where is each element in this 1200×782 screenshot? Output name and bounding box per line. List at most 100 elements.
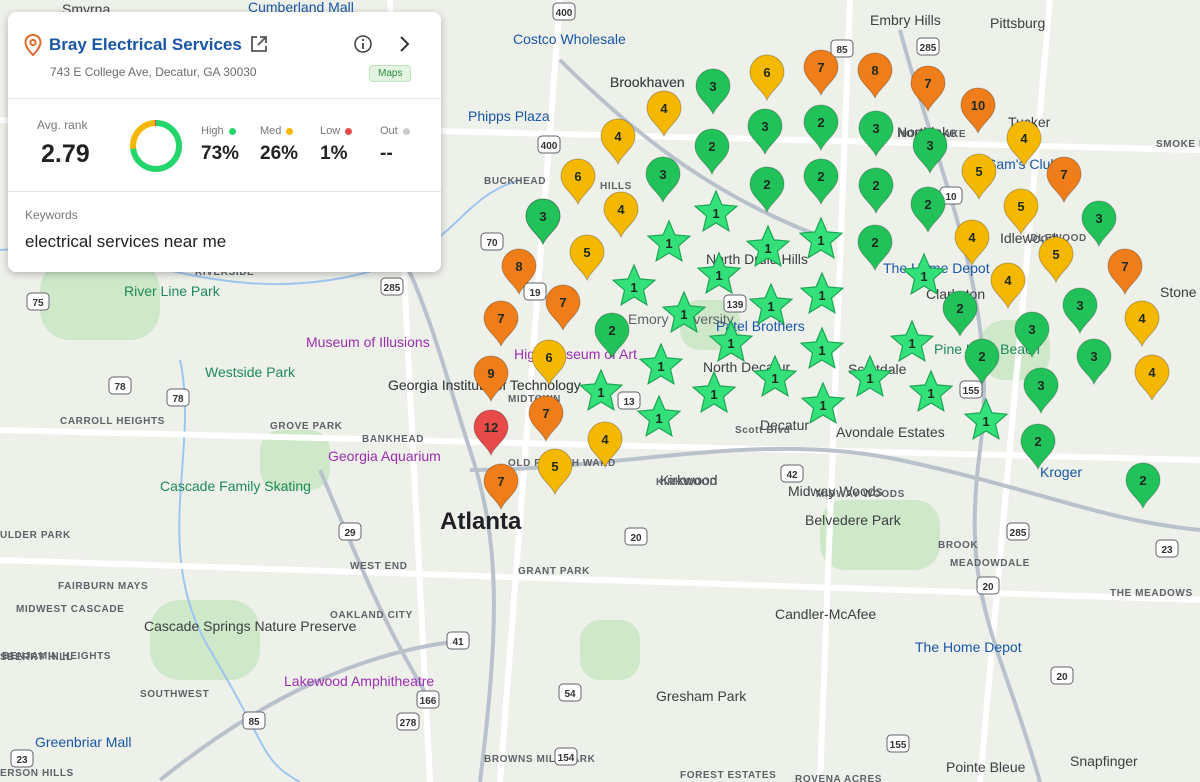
rank-number: 7	[559, 295, 566, 310]
stat-high: High 73%	[201, 125, 239, 165]
stat-low-label: Low	[320, 125, 341, 137]
rank-number: 5	[975, 164, 982, 179]
info-icon[interactable]	[353, 34, 373, 54]
rank-number: 1	[764, 241, 771, 256]
chevron-right-icon[interactable]	[394, 33, 414, 55]
rank-number: 1	[818, 288, 825, 303]
rank-number: 6	[545, 350, 552, 365]
rank-stats: Avg. rank 2.79 High 73% Med 26% Low 1% O…	[8, 99, 441, 192]
neighborhood-label: Gresham Park	[656, 688, 747, 704]
road-shield-number: 13	[623, 397, 635, 408]
rank-number: 4	[601, 432, 609, 447]
road-shield-number: 285	[1010, 528, 1027, 539]
rank-number: 9	[487, 366, 494, 381]
stat-med-label: Med	[260, 125, 282, 137]
neighborhood-label: Embry Hills	[870, 12, 941, 28]
rank-number: 6	[763, 65, 770, 80]
city-label-atlanta: Atlanta	[440, 508, 522, 535]
rank-number: 1	[767, 299, 774, 314]
neighborhood-label: Belvedere Park	[805, 512, 902, 528]
area-label: BROOK	[938, 540, 978, 551]
rank-number: 1	[655, 411, 662, 426]
rank-number: 7	[497, 474, 504, 489]
area-label: SBERRY HILL	[0, 652, 73, 663]
rank-number: 3	[872, 121, 879, 136]
rank-number: 2	[817, 115, 824, 130]
stat-out: Out --	[380, 125, 410, 165]
rank-number: 1	[771, 371, 778, 386]
road-shield-number: 155	[890, 740, 907, 751]
area-label: WEST END	[350, 561, 408, 572]
rank-number: 1	[715, 268, 722, 283]
stat-med: Med 26%	[260, 125, 298, 165]
rank-number: 7	[497, 311, 504, 326]
rank-number: 4	[1004, 273, 1012, 288]
rank-number: 1	[712, 206, 719, 221]
road-shield-number: 29	[344, 528, 356, 539]
area-label: ERSON HILLS	[0, 768, 74, 779]
rank-number: 2	[872, 178, 879, 193]
road-shield-number: 20	[982, 582, 994, 593]
rank-number: 1	[657, 359, 664, 374]
poi-label: Lakewood Amphitheatre	[284, 673, 434, 689]
rank-number: 4	[660, 101, 668, 116]
road-shield-number: 85	[248, 717, 260, 728]
rank-number: 1	[710, 387, 717, 402]
road-shield-number: 155	[963, 386, 980, 397]
area-label: ULDER PARK	[0, 530, 71, 541]
area-label: BROWNS MILL PARK	[484, 754, 596, 765]
road-shield-number: 85	[836, 45, 848, 56]
poi-label: Kroger	[1040, 464, 1082, 480]
business-address: 743 E College Ave, Decatur, GA 30030	[50, 65, 257, 79]
avg-rank-value: 2.79	[41, 140, 90, 168]
area-label: THE MEADOWS	[1110, 588, 1193, 599]
rank-number: 5	[583, 245, 590, 260]
neighborhood-label: Pointe Bleue	[946, 759, 1026, 775]
rank-number: 2	[608, 323, 615, 338]
med-dot-icon	[286, 127, 294, 135]
rank-number: 1	[927, 386, 934, 401]
poi-label: Phipps Plaza	[468, 108, 550, 124]
road-shield-number: 20	[630, 533, 642, 544]
rank-number: 3	[659, 167, 666, 182]
rank-number: 3	[539, 209, 546, 224]
road-shield-number: 41	[452, 637, 464, 648]
rank-number: 2	[978, 349, 985, 364]
area-label: HILLS	[600, 181, 632, 192]
road-shield-number: 154	[558, 753, 575, 764]
poi-label: Costco Wholesale	[513, 31, 626, 47]
stat-out-label: Out	[380, 125, 398, 137]
area-label: ROVENA ACRES	[795, 774, 882, 782]
rank-number: 8	[515, 259, 522, 274]
rank-number: 2	[1139, 473, 1146, 488]
road-shield-number: 285	[384, 283, 401, 294]
area-label: SMOKE RISE	[1156, 139, 1200, 150]
poi-label: Westside Park	[205, 364, 296, 380]
rank-number: 7	[817, 60, 824, 75]
rank-number: 1	[920, 269, 927, 284]
rank-number: 4	[617, 202, 625, 217]
rank-number: 3	[709, 79, 716, 94]
road-shield-number: 75	[32, 298, 44, 309]
road-shield-number: 400	[556, 8, 573, 19]
rank-number: 7	[542, 406, 549, 421]
stat-low: Low 1%	[320, 125, 353, 165]
business-name-link[interactable]: Bray Electrical Services	[49, 35, 242, 55]
rank-number: 1	[819, 398, 826, 413]
road-shield-number: 19	[529, 288, 541, 299]
poi-label: Museum of Illusions	[306, 334, 430, 350]
neighborhood-label: Pittsburg	[990, 15, 1045, 31]
rank-number: 2	[763, 177, 770, 192]
maps-badge[interactable]: Maps	[369, 65, 412, 82]
external-link-icon[interactable]	[249, 34, 269, 54]
rank-number: 3	[1095, 211, 1102, 226]
poi-label: Greenbriar Mall	[35, 734, 131, 750]
area-label: SOUTHWEST	[140, 689, 209, 700]
rank-distribution-donut	[130, 120, 182, 172]
stat-med-value: 26%	[260, 143, 299, 164]
rank-number: 4	[968, 230, 976, 245]
rank-number: 4	[614, 129, 622, 144]
rank-number: 3	[1037, 378, 1044, 393]
rank-number: 5	[1052, 247, 1059, 262]
card-header: Bray Electrical Services 743 E College A…	[8, 12, 441, 99]
